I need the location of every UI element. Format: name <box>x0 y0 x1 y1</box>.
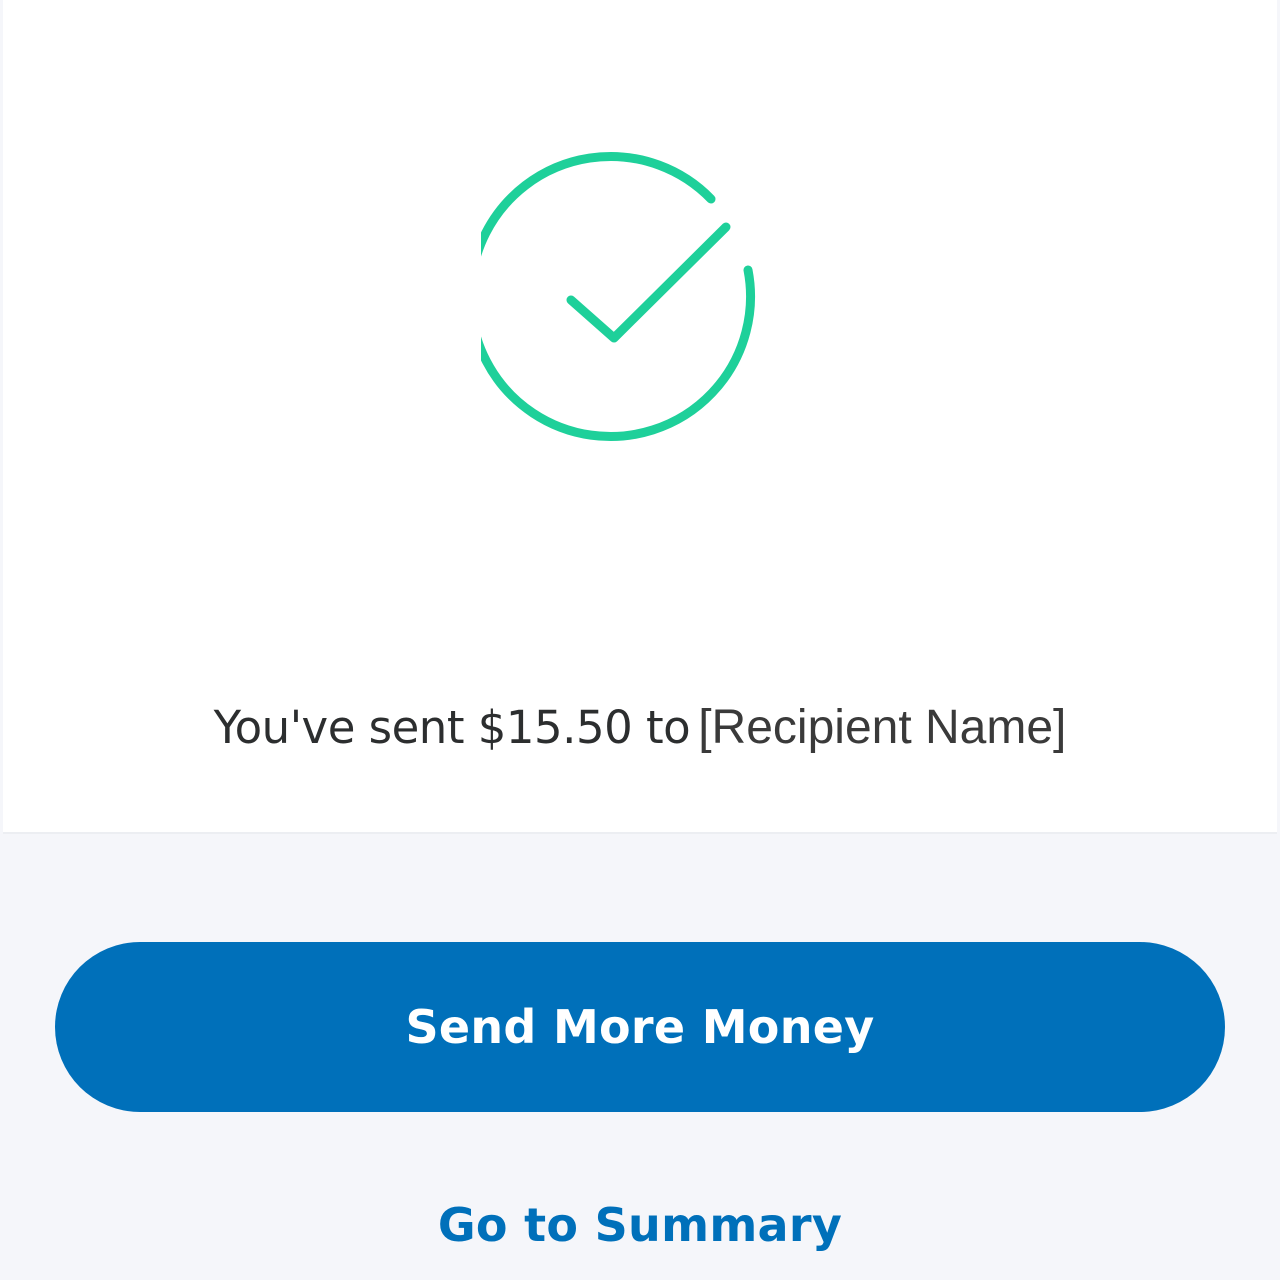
go-to-summary-link[interactable]: Go to Summary <box>0 1190 1280 1260</box>
send-more-money-button[interactable]: Send More Money <box>55 942 1225 1112</box>
confirmation-card: You've sent $15.50 to [Recipient Name] <box>3 0 1277 834</box>
amount-sent-text: You've sent $15.50 to <box>213 701 691 754</box>
payment-confirmation-screen: You've sent $15.50 to [Recipient Name] Se… <box>0 0 1280 1280</box>
recipient-name: [Recipient Name] <box>698 701 1067 754</box>
confirmation-message: You've sent $15.50 to [Recipient Name] <box>3 700 1277 755</box>
check-circle-icon <box>481 152 755 441</box>
